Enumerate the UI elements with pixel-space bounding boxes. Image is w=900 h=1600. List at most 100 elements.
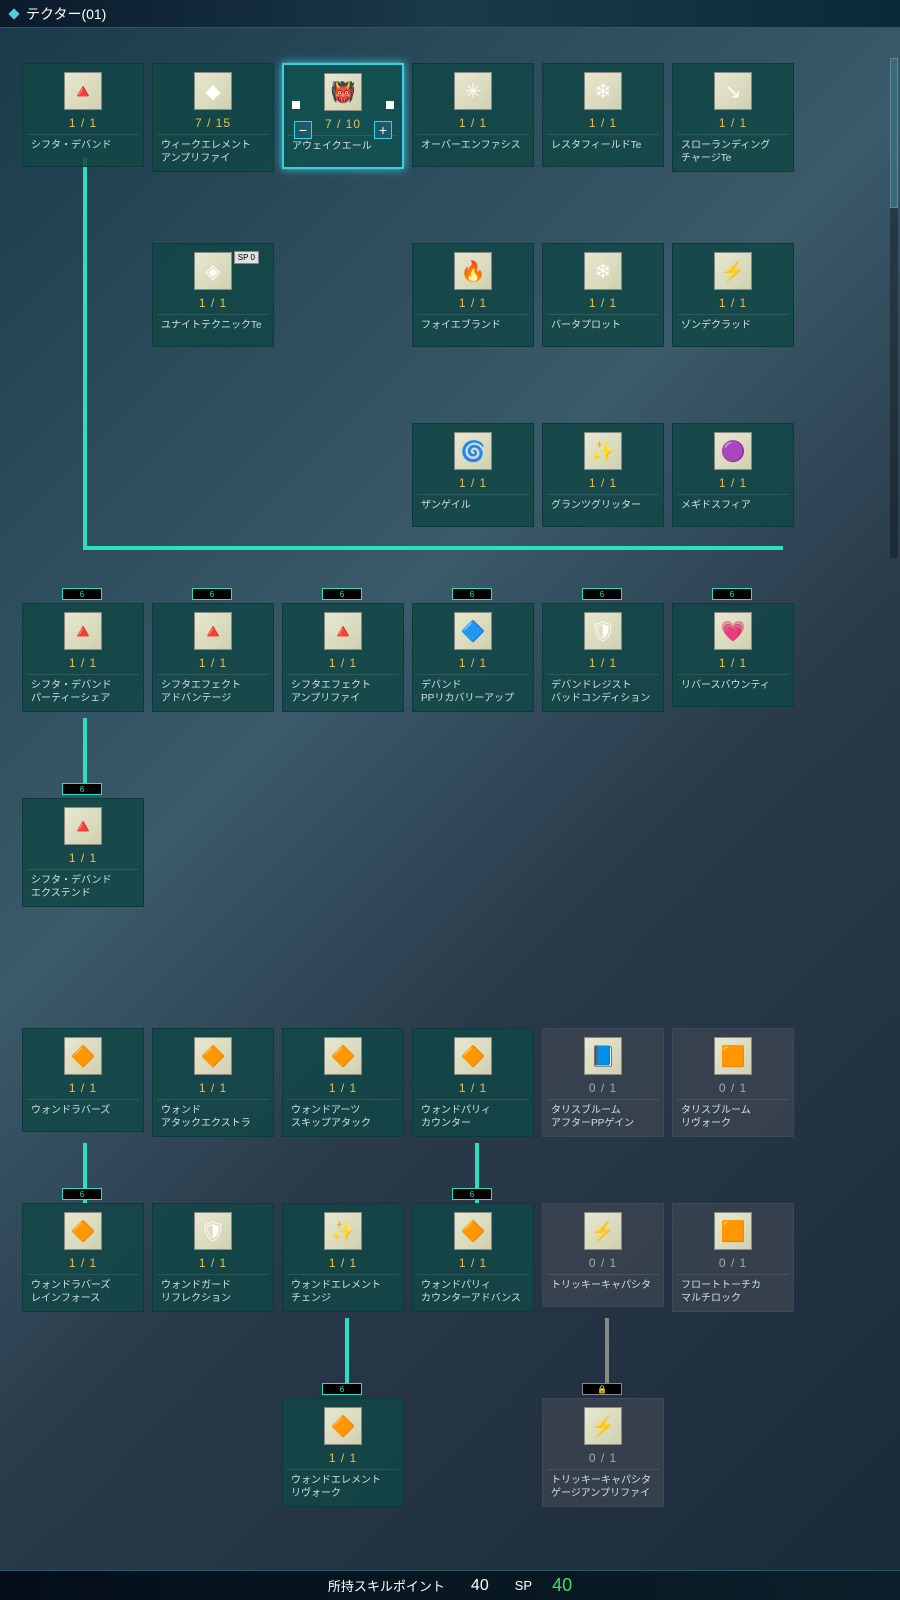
skill-icon: 🔥 bbox=[454, 252, 492, 290]
skill-node[interactable]: 🔺 1 / 1 シフタエフェクトアンプリファイ bbox=[282, 603, 404, 712]
skill-node[interactable]: 🔶 1 / 1 ウォンドエレメントリヴォーク bbox=[282, 1398, 404, 1507]
skill-name: ウォンドアーツスキップアタック bbox=[287, 1099, 399, 1130]
skill-node[interactable]: ✨ 1 / 1 ウォンドエレメントチェンジ bbox=[282, 1203, 404, 1312]
skill-name: ウォンドエレメントチェンジ bbox=[287, 1274, 399, 1305]
skill-points: 1 / 1 bbox=[459, 476, 487, 490]
skill-node[interactable]: 🛡 1 / 1 ウォンドガードリフレクション bbox=[152, 1203, 274, 1312]
skill-points: 7 / 15 bbox=[195, 116, 231, 130]
skill-node[interactable]: ✳ 1 / 1 オーバーエンファシス bbox=[412, 63, 534, 167]
skill-name: ザンゲイル bbox=[417, 494, 529, 520]
skill-node[interactable]: 🔶 1 / 1 ウォンドアーツスキップアタック bbox=[282, 1028, 404, 1137]
skill-node[interactable]: 💗 1 / 1 リバースバウンティ bbox=[672, 603, 794, 707]
skill-icon: 🔶 bbox=[454, 1212, 492, 1250]
skill-points: 1 / 1 bbox=[459, 116, 487, 130]
skill-icon: ◈ SP 0 bbox=[194, 252, 232, 290]
skill-points: 1 / 1 bbox=[329, 656, 357, 670]
skill-node[interactable]: ❄ 1 / 1 レスタフィールドTe bbox=[542, 63, 664, 167]
skill-node[interactable]: 🔺 1 / 1 シフタエフェクトアドバンテージ bbox=[152, 603, 274, 712]
skill-name: バータプロット bbox=[547, 314, 659, 340]
skill-node[interactable]: 🌀 1 / 1 ザンゲイル bbox=[412, 423, 534, 527]
skill-icon: ↘ bbox=[714, 72, 752, 110]
connector bbox=[83, 718, 87, 788]
skill-node[interactable]: 🔶 1 / 1 ウォンドパリィカウンター bbox=[412, 1028, 534, 1137]
skill-name: デバンドレジストバッドコンディション bbox=[547, 674, 659, 705]
skill-icon: 🔺 bbox=[64, 807, 102, 845]
skill-node[interactable]: ⚡ 0 / 1 トリッキーキャパシタ bbox=[542, 1203, 664, 1307]
skill-node[interactable]: ⚡ 1 / 1 ゾンデクラッド bbox=[672, 243, 794, 347]
skill-points: 1 / 1 bbox=[589, 116, 617, 130]
skill-node[interactable]: 🛡 1 / 1 デバンドレジストバッドコンディション bbox=[542, 603, 664, 712]
skill-node[interactable]: 🟧 0 / 1 タリスブルームリヴォーク bbox=[672, 1028, 794, 1137]
sp-badge: SP 0 bbox=[234, 251, 259, 264]
skill-node[interactable]: ❄ 1 / 1 バータプロット bbox=[542, 243, 664, 347]
skill-icon: 🔶 bbox=[324, 1037, 362, 1075]
skill-icon: ⚡ bbox=[584, 1407, 622, 1445]
skill-name: シフタエフェクトアドバンテージ bbox=[157, 674, 269, 705]
skill-points: 1 / 1 bbox=[69, 1256, 97, 1270]
skill-node[interactable]: 🔺 1 / 1 シフタ・デバンドエクステンド bbox=[22, 798, 144, 907]
scrollbar-thumb[interactable] bbox=[890, 58, 898, 208]
skill-points: 1 / 1 bbox=[69, 1081, 97, 1095]
level-badge: 6 bbox=[712, 588, 752, 600]
skill-node[interactable]: 📘 0 / 1 タリスブルームアフターPPゲイン bbox=[542, 1028, 664, 1137]
skill-node[interactable]: 🔥 1 / 1 フォイエブランド bbox=[412, 243, 534, 347]
skill-node[interactable]: 🔺 1 / 1 シフタ・デバンドパーティーシェア bbox=[22, 603, 144, 712]
skill-node[interactable]: 🟣 1 / 1 メギドスフィア bbox=[672, 423, 794, 527]
skill-name: ウォンドラバーズレインフォース bbox=[27, 1274, 139, 1305]
level-badge: 6 bbox=[452, 588, 492, 600]
skill-name: ウィークエレメントアンプリファイ bbox=[157, 134, 269, 165]
scrollbar[interactable] bbox=[890, 58, 898, 558]
skill-name: メギドスフィア bbox=[677, 494, 789, 520]
skill-name: グランツグリッター bbox=[547, 494, 659, 520]
skill-node[interactable]: ◈ SP 0 1 / 1 ユナイトテクニックTe bbox=[152, 243, 274, 347]
skill-icon: ✨ bbox=[584, 432, 622, 470]
corner-dot bbox=[386, 101, 394, 109]
skill-node[interactable]: ⚡ 0 / 1 トリッキーキャパシタゲージアンプリファイ bbox=[542, 1398, 664, 1507]
skill-points: 1 / 1 bbox=[199, 296, 227, 310]
decrement-button[interactable]: − bbox=[294, 121, 312, 139]
owned-sp-value: 40 bbox=[471, 1577, 489, 1595]
skill-points: 0 / 1 bbox=[589, 1081, 617, 1095]
level-badge: 6 bbox=[322, 588, 362, 600]
skill-node-selected[interactable]: 👹 − + 7 / 10 アウェイクエール bbox=[282, 63, 404, 169]
skill-name: トリッキーキャパシタ bbox=[547, 1274, 659, 1300]
skill-name: シフタ・デバンド bbox=[27, 134, 139, 160]
skill-node[interactable]: 🔷 1 / 1 デバンドPPリカバリーアップ bbox=[412, 603, 534, 712]
skill-node[interactable]: ✨ 1 / 1 グランツグリッター bbox=[542, 423, 664, 527]
level-badge: 6 bbox=[62, 783, 102, 795]
skill-points: 1 / 1 bbox=[719, 656, 747, 670]
skill-name: タリスブルームリヴォーク bbox=[677, 1099, 789, 1130]
increment-button[interactable]: + bbox=[374, 121, 392, 139]
skill-icon: ✳ bbox=[454, 72, 492, 110]
skill-name: ユナイトテクニックTe bbox=[157, 314, 269, 340]
skill-name: ウォンドアタックエクストラ bbox=[157, 1099, 269, 1130]
skill-points: 1 / 1 bbox=[459, 296, 487, 310]
level-badge: 6 bbox=[62, 588, 102, 600]
skill-icon: ◆ bbox=[194, 72, 232, 110]
skill-node[interactable]: ◆ 7 / 15 ウィークエレメントアンプリファイ bbox=[152, 63, 274, 172]
skill-points: 0 / 1 bbox=[719, 1256, 747, 1270]
skill-node[interactable]: 🔶 1 / 1 ウォンドラバーズレインフォース bbox=[22, 1203, 144, 1312]
skill-icon: 🟣 bbox=[714, 432, 752, 470]
skill-name: スローランディングチャージTe bbox=[677, 134, 789, 165]
skill-node[interactable]: 🟧 0 / 1 フロートトーチカマルチロック bbox=[672, 1203, 794, 1312]
corner-dot bbox=[292, 101, 300, 109]
skill-icon: 💗 bbox=[714, 612, 752, 650]
skill-icon: ❄ bbox=[584, 252, 622, 290]
connector bbox=[83, 546, 783, 550]
connector bbox=[605, 1318, 609, 1393]
skill-icon: 🔶 bbox=[324, 1407, 362, 1445]
skill-node[interactable]: 🔶 1 / 1 ウォンドアタックエクストラ bbox=[152, 1028, 274, 1137]
skill-name: ウォンドラバーズ bbox=[27, 1099, 139, 1125]
skill-node[interactable]: 🔶 1 / 1 ウォンドラバーズ bbox=[22, 1028, 144, 1132]
skill-points: 7 / 10 bbox=[325, 117, 361, 131]
skill-points: 0 / 1 bbox=[589, 1451, 617, 1465]
skill-points: 1 / 1 bbox=[459, 656, 487, 670]
skill-node[interactable]: 🔺 1 / 1 シフタ・デバンド bbox=[22, 63, 144, 167]
skill-name: フロートトーチカマルチロック bbox=[677, 1274, 789, 1305]
skill-icon: ⚡ bbox=[714, 252, 752, 290]
skill-node[interactable]: ↘ 1 / 1 スローランディングチャージTe bbox=[672, 63, 794, 172]
skill-name: ウォンドエレメントリヴォーク bbox=[287, 1469, 399, 1500]
skill-icon: 🔶 bbox=[64, 1037, 102, 1075]
skill-node[interactable]: 🔶 1 / 1 ウォンドパリィカウンターアドバンス bbox=[412, 1203, 534, 1312]
